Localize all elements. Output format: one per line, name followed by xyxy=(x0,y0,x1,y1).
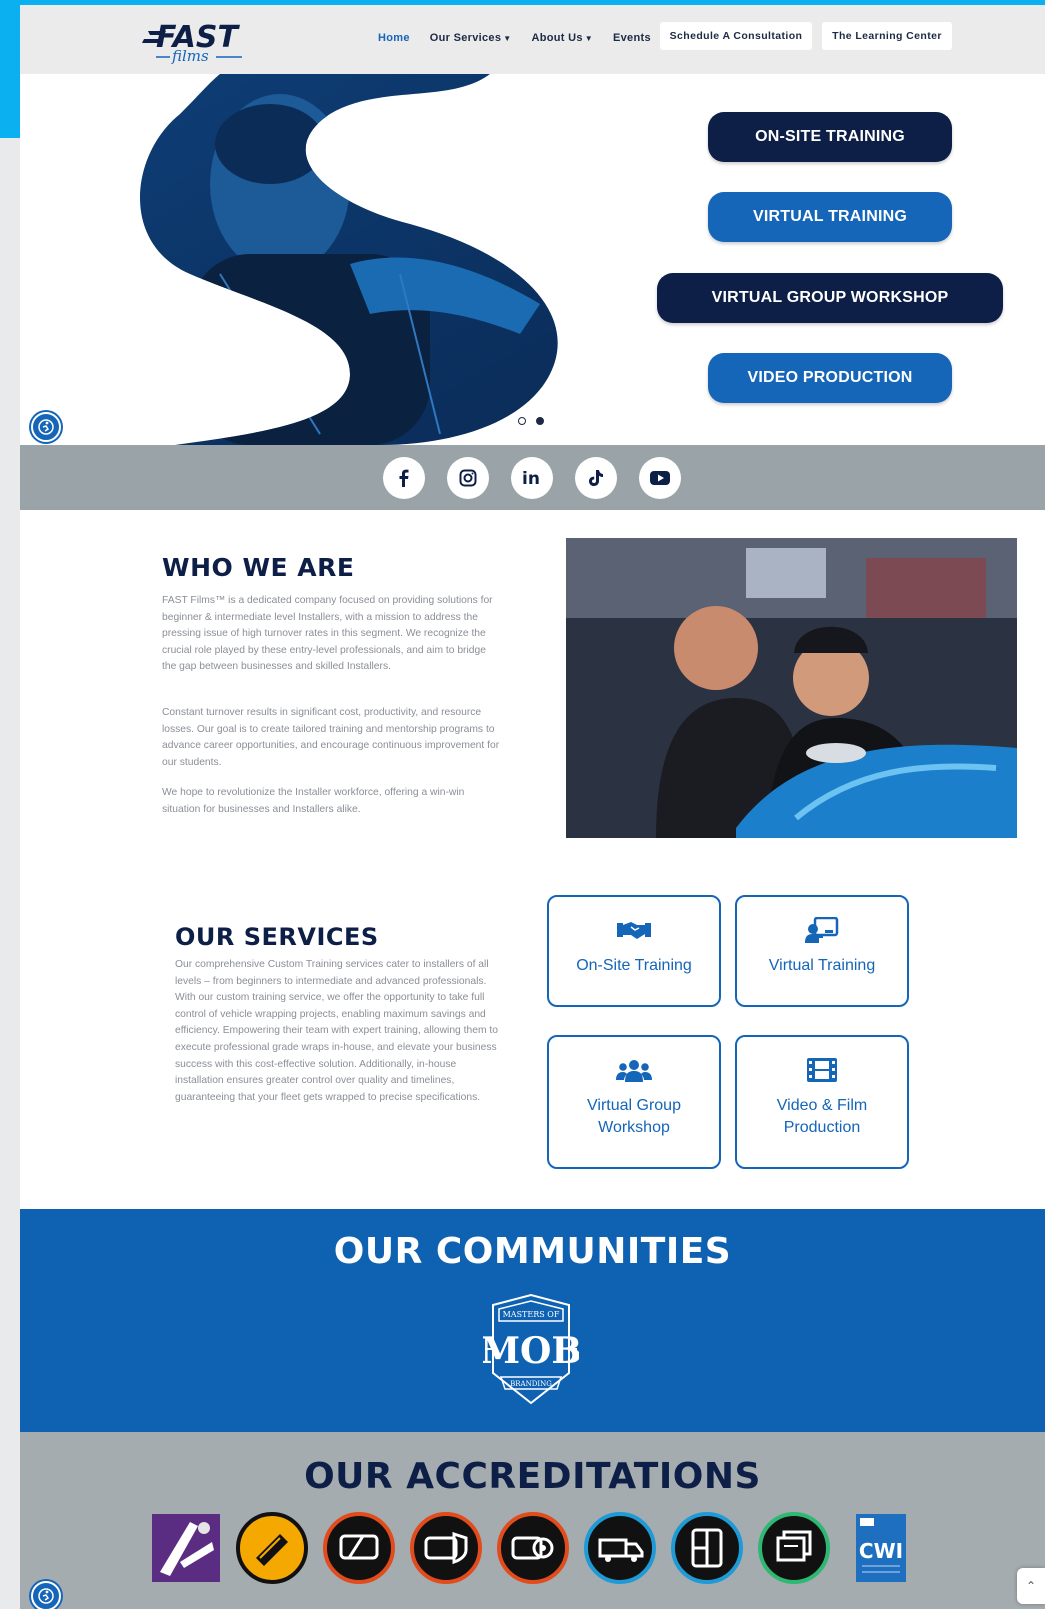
our-communities-heading: OUR COMMUNITIES xyxy=(333,1231,732,1272)
page: FAST films Home Our Services ▼ About Us ▼ … xyxy=(20,5,1045,1609)
left-frame xyxy=(0,0,20,1609)
service-card-onsite-label: On-Site Training xyxy=(576,957,692,974)
site-header: FAST films Home Our Services ▼ About Us ▼ … xyxy=(20,5,1045,74)
services-paragraph: Our comprehensive Custom Training servic… xyxy=(175,959,498,1103)
onsite-training-button[interactable]: ON-SITE TRAINING xyxy=(708,112,952,162)
service-card-group[interactable]: Virtual Group Workshop xyxy=(547,1035,721,1169)
hero-photo xyxy=(140,74,558,445)
schedule-consultation-button[interactable]: Schedule A Consultation xyxy=(660,22,812,50)
nav-our-services[interactable]: Our Services ▼ xyxy=(430,32,512,44)
accreditation-badge-2 xyxy=(236,1512,308,1584)
cwi-certified-badge: CWI xyxy=(856,1514,906,1582)
service-card-virtual-label: Virtual Training xyxy=(768,957,876,974)
svg-text:BRANDING: BRANDING xyxy=(510,1380,552,1388)
svg-text:MASTERS OF: MASTERS OF xyxy=(503,1310,560,1319)
svg-text:films: films xyxy=(171,47,209,65)
video-production-button[interactable]: VIDEO PRODUCTION xyxy=(708,353,952,403)
slider-dot-2[interactable] xyxy=(536,417,544,425)
who-paragraph-2: Constant turnover results in significant… xyxy=(162,707,500,768)
instagram-icon[interactable] xyxy=(447,457,489,499)
nav-about-us[interactable]: About Us ▼ xyxy=(531,32,593,44)
service-card-video[interactable]: Video & Film Production xyxy=(735,1035,909,1169)
tiktok-icon[interactable] xyxy=(575,457,617,499)
who-paragraph-1: FAST Films™ is a dedicated company focus… xyxy=(162,595,493,673)
youtube-icon[interactable] xyxy=(639,457,681,499)
svg-text:in: in xyxy=(522,469,540,488)
our-services-heading: OUR SERVICES xyxy=(175,923,379,951)
service-card-virtual[interactable]: Virtual Training xyxy=(735,895,909,1007)
nav-events[interactable]: Events xyxy=(613,32,651,44)
who-we-are-heading: WHO WE ARE xyxy=(162,553,355,582)
accreditation-badge-5 xyxy=(497,1512,569,1584)
hero-slider: ON-SITE TRAINING VIRTUAL TRAINING VIRTUA… xyxy=(20,74,1045,445)
installers-training-photo xyxy=(566,538,1017,838)
accreditation-badge-7 xyxy=(671,1512,743,1584)
scroll-to-top-button[interactable]: ⌃ xyxy=(1017,1568,1045,1604)
virtual-group-workshop-button[interactable]: VIRTUAL GROUP WORKSHOP xyxy=(657,273,1003,323)
caret-down-icon: ▼ xyxy=(584,34,593,43)
social-bar: in xyxy=(20,445,1045,510)
service-card-onsite[interactable]: On-Site Training xyxy=(547,895,721,1007)
accreditations-section: OUR ACCREDITATIONS CWI xyxy=(20,1432,1045,1609)
accessibility-icon[interactable] xyxy=(31,1581,61,1609)
main-nav: Home Our Services ▼ About Us ▼ Events xyxy=(378,32,671,44)
accreditation-badge-1 xyxy=(152,1514,220,1582)
chevron-up-icon: ⌃ xyxy=(1025,1579,1037,1593)
left-accent-bar xyxy=(0,0,20,138)
virtual-training-button[interactable]: VIRTUAL TRAINING xyxy=(708,192,952,242)
service-card-video-label: Video & Film Production xyxy=(776,1097,868,1136)
who-paragraph-3: We hope to revolutionize the Installer w… xyxy=(162,787,465,815)
learning-center-button[interactable]: The Learning Center xyxy=(822,22,952,50)
accreditation-badge-4 xyxy=(410,1512,482,1584)
masters-of-branding-logo[interactable]: MASTERS OF MOB BRANDING xyxy=(483,1293,579,1411)
nav-home[interactable]: Home xyxy=(378,32,410,44)
our-accreditations-heading: OUR ACCREDITATIONS xyxy=(304,1456,761,1497)
users-group-icon xyxy=(614,1055,654,1085)
chalkboard-teacher-icon xyxy=(802,915,842,945)
linkedin-icon[interactable]: in xyxy=(511,457,553,499)
fast-films-logo[interactable]: FAST films xyxy=(142,15,247,65)
accreditation-badge-8 xyxy=(758,1512,830,1584)
facebook-icon[interactable] xyxy=(383,457,425,499)
film-icon xyxy=(802,1055,842,1085)
slider-dots xyxy=(518,417,544,425)
svg-text:CWI: CWI xyxy=(859,1539,903,1563)
caret-down-icon: ▼ xyxy=(503,34,512,43)
handshake-icon xyxy=(614,915,654,945)
communities-section: OUR COMMUNITIES MASTERS OF MOB BRANDING xyxy=(20,1209,1045,1432)
slider-dot-1[interactable] xyxy=(518,417,526,425)
accessibility-icon[interactable] xyxy=(31,412,61,442)
accreditation-badge-6 xyxy=(584,1512,656,1584)
svg-text:MOB: MOB xyxy=(483,1330,579,1372)
nav-about-us-label: About Us xyxy=(531,32,583,44)
service-card-group-label: Virtual Group Workshop xyxy=(587,1097,681,1136)
accreditation-badge-3 xyxy=(323,1512,395,1584)
nav-our-services-label: Our Services xyxy=(429,32,502,44)
